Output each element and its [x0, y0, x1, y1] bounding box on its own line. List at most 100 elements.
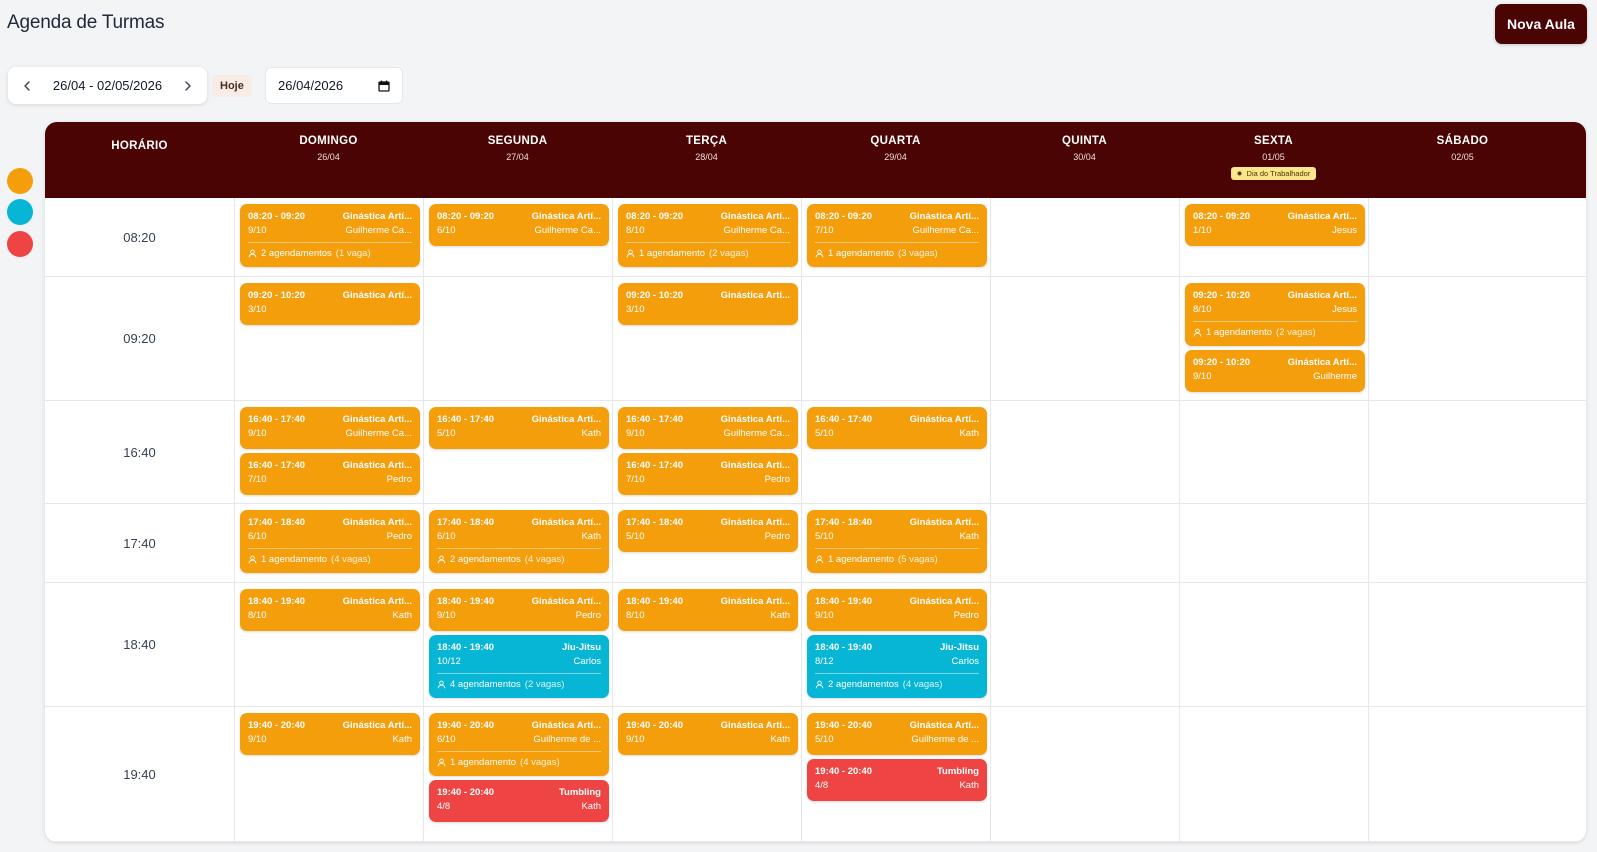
time-slot-label: 19:40: [123, 766, 156, 782]
day-slot-cell[interactable]: [1180, 401, 1368, 503]
card-header-row: 08:20 - 09:20 Ginástica Artí...: [815, 210, 979, 224]
class-time: 18:40 - 19:40: [626, 596, 684, 607]
class-event-card[interactable]: 16:40 - 17:40 Ginástica Artí... 7/10 Pedro: [618, 453, 798, 495]
class-event-card[interactable]: 19:40 - 20:40 Tumbling 4/8 Kath: [807, 759, 987, 801]
class-name: Ginástica Artí...: [1287, 357, 1357, 368]
class-event-card[interactable]: 09:20 - 10:20 Ginástica Artí... 8/10 Jesus 1…: [1185, 283, 1365, 346]
class-event-card[interactable]: 08:20 - 09:20 Ginástica Artí... 8/10 Guilhe…: [618, 204, 798, 267]
class-event-card[interactable]: 18:40 - 19:40 Jiu-Jitsu 10/12 Carlos 4 agend…: [429, 635, 609, 698]
class-event-card[interactable]: 17:40 - 18:40 Ginástica Artí... 6/10 Kath 2 …: [429, 510, 609, 573]
card-detail-row: 4/8 Kath: [815, 779, 979, 793]
class-capacity: 7/10: [815, 225, 834, 236]
class-name: Ginástica Artí...: [720, 290, 790, 301]
card-detail-row: 9/10 Kath: [626, 733, 790, 747]
class-name: Tumbling: [558, 787, 601, 798]
day-slot-cell[interactable]: [991, 277, 1179, 400]
class-event-card[interactable]: 19:40 - 20:40 Ginástica Artí... 5/10 Guilhe…: [807, 713, 987, 755]
class-event-card[interactable]: 08:20 - 09:20 Ginástica Artí... 7/10 Guilhe…: [807, 204, 987, 267]
card-detail-row: 9/10 Guilherme Ca...: [248, 224, 412, 238]
day-slot-cell[interactable]: [991, 504, 1179, 582]
class-event-card[interactable]: 08:20 - 09:20 Ginástica Artí... 1/10 Jesus: [1185, 204, 1365, 246]
legend-color-dot[interactable]: [7, 199, 33, 225]
class-time: 09:20 - 10:20: [626, 290, 684, 301]
day-slot-cell[interactable]: [991, 401, 1179, 503]
class-name: Tumbling: [936, 766, 979, 777]
class-event-card[interactable]: 16:40 - 17:40 Ginástica Artí... 5/10 Kath: [429, 407, 609, 449]
class-capacity: 1/10: [1193, 225, 1212, 236]
legend-color-dot[interactable]: [7, 231, 33, 257]
day-slot-cell[interactable]: [1369, 277, 1557, 400]
class-name: Ginástica Artí...: [909, 414, 979, 425]
class-event-card[interactable]: 17:40 - 18:40 Ginástica Artí... 5/10 Kath 1 …: [807, 510, 987, 573]
class-event-card[interactable]: 17:40 - 18:40 Ginástica Artí... 6/10 Pedro 1…: [240, 510, 420, 573]
today-button[interactable]: Hoje: [212, 75, 252, 97]
class-event-card[interactable]: 19:40 - 20:40 Ginástica Artí... 9/10 Kath: [240, 713, 420, 755]
class-event-card[interactable]: 18:40 - 19:40 Jiu-Jitsu 8/12 Carlos 2 agenda…: [807, 635, 987, 698]
date-input-value: 26/04/2026: [278, 78, 344, 93]
class-instructor: Guilherme Ca...: [723, 225, 790, 236]
class-event-card[interactable]: 09:20 - 10:20 Ginástica Artí... 3/10: [618, 283, 798, 325]
header-day-1: DOMINGO 26/04: [234, 122, 423, 198]
day-slot-cell[interactable]: [1180, 707, 1368, 841]
card-detail-row: 6/10 Kath: [437, 530, 601, 544]
day-slot-cell[interactable]: [1369, 707, 1557, 841]
header-day-4: QUARTA 29/04: [801, 122, 990, 198]
class-event-card[interactable]: 17:40 - 18:40 Ginástica Artí... 5/10 Pedro: [618, 510, 798, 552]
card-detail-row: 7/10 Pedro: [248, 473, 412, 487]
class-event-card[interactable]: 16:40 - 17:40 Ginástica Artí... 9/10 Guilhe…: [618, 407, 798, 449]
card-header-row: 09:20 - 10:20 Ginástica Artí...: [626, 289, 790, 303]
day-slot-cell[interactable]: [1180, 504, 1368, 582]
day-slot-cell[interactable]: [991, 198, 1179, 276]
class-time: 19:40 - 20:40: [437, 787, 495, 798]
card-header-row: 16:40 - 17:40 Ginástica Artí...: [248, 459, 412, 473]
class-name: Ginástica Artí...: [531, 211, 601, 222]
booking-vacancies: (1 vaga): [335, 247, 371, 259]
class-event-card[interactable]: 18:40 - 19:40 Ginástica Artí... 9/10 Pedro: [429, 589, 609, 631]
card-detail-row: 8/10 Kath: [248, 609, 412, 623]
chevron-left-icon[interactable]: [18, 77, 36, 95]
class-event-card[interactable]: 18:40 - 19:40 Ginástica Artí... 9/10 Pedro: [807, 589, 987, 631]
class-event-card[interactable]: 09:20 - 10:20 Ginástica Artí... 3/10: [240, 283, 420, 325]
legend-color-dot[interactable]: [7, 168, 33, 194]
class-name: Ginástica Artí...: [342, 414, 412, 425]
card-header-row: 18:40 - 19:40 Ginástica Artí...: [437, 595, 601, 609]
card-detail-row: 5/10 Kath: [815, 530, 979, 544]
class-event-card[interactable]: 16:40 - 17:40 Ginástica Artí... 7/10 Pedro: [240, 453, 420, 495]
class-event-card[interactable]: 08:20 - 09:20 Ginástica Artí... 9/10 Guilhe…: [240, 204, 420, 267]
day-slot-cell[interactable]: [1369, 504, 1557, 582]
card-detail-row: 6/10 Pedro: [248, 530, 412, 544]
class-event-card[interactable]: 16:40 - 17:40 Ginástica Artí... 5/10 Kath: [807, 407, 987, 449]
day-slot-cell[interactable]: [1180, 583, 1368, 706]
class-event-card[interactable]: 16:40 - 17:40 Ginástica Artí... 9/10 Guilhe…: [240, 407, 420, 449]
class-capacity: 10/12: [437, 656, 461, 667]
day-slot-cell[interactable]: [1369, 583, 1557, 706]
header-hour-label: HORÁRIO: [111, 140, 168, 152]
class-event-card[interactable]: 19:40 - 20:40 Ginástica Artí... 9/10 Kath: [618, 713, 798, 755]
class-instructor: Guilherme: [1313, 371, 1357, 382]
date-input[interactable]: 26/04/2026: [265, 67, 403, 104]
day-slot-cell[interactable]: [991, 583, 1179, 706]
day-slot-cell[interactable]: [1369, 198, 1557, 276]
class-capacity: 5/10: [815, 428, 834, 439]
class-event-card[interactable]: 08:20 - 09:20 Ginástica Artí... 6/10 Guilhe…: [429, 204, 609, 246]
time-slot-label: 08:20: [123, 229, 156, 245]
card-detail-row: 7/10 Pedro: [626, 473, 790, 487]
day-slot-cell[interactable]: [1369, 401, 1557, 503]
class-event-card[interactable]: 09:20 - 10:20 Ginástica Artí... 9/10 Guilhe…: [1185, 350, 1365, 392]
day-slot-cell[interactable]: [424, 277, 612, 400]
class-name: Ginástica Artí...: [720, 414, 790, 425]
class-event-card[interactable]: 18:40 - 19:40 Ginástica Artí... 8/10 Kath: [240, 589, 420, 631]
card-header-row: 19:40 - 20:40 Tumbling: [815, 765, 979, 779]
class-event-card[interactable]: 19:40 - 20:40 Tumbling 4/8 Kath: [429, 780, 609, 822]
booking-summary: 1 agendamento (5 vagas): [815, 549, 979, 569]
class-capacity: 9/10: [1193, 371, 1212, 382]
chevron-right-icon[interactable]: [179, 77, 197, 95]
class-event-card[interactable]: 19:40 - 20:40 Ginástica Artí... 6/10 Guilhe…: [429, 713, 609, 776]
new-class-button[interactable]: Nova Aula: [1495, 4, 1587, 44]
day-slot-cell[interactable]: [991, 707, 1179, 841]
calendar-icon[interactable]: [378, 80, 390, 92]
day-slot-cell[interactable]: [802, 277, 990, 400]
class-event-card[interactable]: 18:40 - 19:40 Ginástica Artí... 8/10 Kath: [618, 589, 798, 631]
class-instructor: Guilherme de ...: [533, 734, 601, 745]
class-time: 08:20 - 09:20: [1193, 211, 1251, 222]
